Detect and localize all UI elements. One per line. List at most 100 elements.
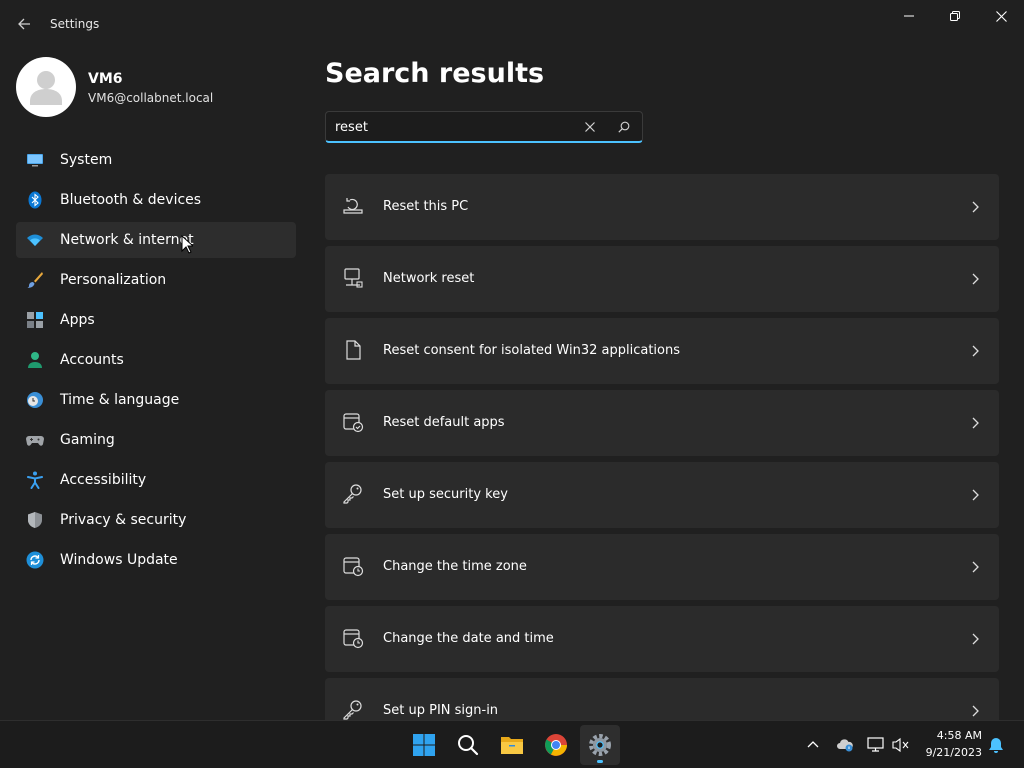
volume-tray-button[interactable] [891, 735, 911, 755]
sidebar-item-label: Bluetooth & devices [60, 192, 202, 208]
search-button[interactable] [616, 119, 632, 135]
user-email: VM6@collabnet.local [88, 91, 214, 105]
calendar-clock-icon [343, 629, 364, 649]
start-button[interactable] [404, 725, 444, 765]
sidebar-item-accessibility[interactable]: Accessibility [16, 462, 296, 498]
minimize-button[interactable] [886, 0, 932, 32]
onedrive-icon [837, 739, 853, 752]
default-apps-icon [343, 413, 364, 433]
globe-clock-icon [27, 392, 43, 408]
chevron-right-icon [972, 417, 979, 429]
search-input[interactable] [335, 118, 575, 136]
display-tray-button[interactable] [866, 735, 886, 755]
restore-button[interactable] [932, 0, 978, 32]
result-network-reset[interactable]: Network reset [325, 246, 999, 312]
result-reset-this-pc[interactable]: Reset this PC [325, 174, 999, 240]
sidebar-item-gaming[interactable]: Gaming [16, 422, 296, 458]
avatar[interactable] [16, 57, 76, 117]
sidebar-item-apps[interactable]: Apps [16, 302, 296, 338]
sidebar-item-accounts[interactable]: Accounts [16, 342, 296, 378]
sidebar-item-network[interactable]: Network & internet [16, 222, 296, 258]
monitor-icon [27, 154, 43, 167]
result-time-zone[interactable]: Change the time zone [325, 534, 999, 600]
chevron-right-icon [972, 633, 979, 645]
minimize-icon [904, 15, 914, 17]
sidebar-item-privacy-security[interactable]: Privacy & security [16, 502, 296, 538]
title-bar: Settings [0, 0, 1024, 48]
brush-icon [27, 272, 43, 288]
chrome-button[interactable] [536, 725, 576, 765]
sidebar-item-label: Network & internet [60, 232, 194, 248]
settings-taskbar-button[interactable] [580, 725, 620, 765]
back-button[interactable] [12, 12, 36, 36]
close-icon [585, 122, 595, 132]
result-label: Reset consent for isolated Win32 applica… [383, 343, 681, 358]
chevron-right-icon [972, 489, 979, 501]
page-title: Search results [325, 58, 545, 89]
bell-icon [989, 737, 1003, 753]
gamepad-icon [26, 436, 44, 446]
result-label: Reset default apps [383, 415, 505, 430]
update-icon [26, 551, 44, 569]
sidebar-item-label: System [60, 152, 113, 168]
shield-icon [28, 512, 42, 528]
result-date-time[interactable]: Change the date and time [325, 606, 999, 672]
app-title: Settings [50, 17, 100, 31]
result-pin-sign-in[interactable]: Set up PIN sign-in [325, 678, 999, 720]
search-results-list: Reset this PC Network reset Reset consen… [325, 174, 999, 720]
restore-icon [950, 11, 960, 21]
chevron-right-icon [972, 705, 979, 717]
sidebar-item-label: Gaming [60, 432, 115, 448]
start-icon [413, 734, 435, 756]
file-explorer-button[interactable] [492, 725, 532, 765]
show-hidden-icons-button[interactable] [803, 735, 823, 755]
search-icon [458, 735, 479, 756]
apps-icon [27, 312, 43, 328]
onedrive-tray-button[interactable] [835, 735, 855, 755]
key-icon [343, 700, 362, 720]
sidebar-item-personalization[interactable]: Personalization [16, 262, 296, 298]
recovery-icon [343, 198, 363, 214]
user-silhouette-icon [30, 71, 62, 105]
chevron-up-icon [807, 741, 819, 748]
chevron-right-icon [972, 273, 979, 285]
result-label: Change the date and time [383, 631, 554, 646]
sidebar-item-label: Accessibility [60, 472, 147, 488]
clear-search-button[interactable] [582, 119, 598, 135]
chevron-right-icon [972, 345, 979, 357]
result-label: Change the time zone [383, 559, 527, 574]
back-arrow-icon [18, 18, 30, 30]
result-label: Network reset [383, 271, 475, 286]
clock-time[interactable]: 4:58 AM [910, 729, 982, 742]
calendar-clock-icon [343, 557, 364, 577]
search-box [325, 111, 643, 143]
sidebar-item-label: Privacy & security [60, 512, 187, 528]
display-icon [867, 737, 884, 752]
search-icon [618, 121, 630, 133]
clock-date[interactable]: 9/21/2023 [910, 746, 982, 759]
volume-muted-icon [892, 737, 909, 753]
sidebar-item-system[interactable]: System [16, 142, 296, 178]
person-icon [28, 352, 42, 368]
network-computer-icon [344, 268, 363, 288]
key-icon [343, 484, 362, 504]
result-reset-default-apps[interactable]: Reset default apps [325, 390, 999, 456]
result-label: Reset this PC [383, 199, 469, 214]
document-icon [346, 340, 361, 360]
sidebar-item-windows-update[interactable]: Windows Update [16, 542, 296, 578]
sidebar-item-bluetooth[interactable]: Bluetooth & devices [16, 182, 296, 218]
taskbar: 4:58 AM 9/21/2023 [0, 720, 1024, 768]
result-security-key[interactable]: Set up security key [325, 462, 999, 528]
sidebar-item-label: Windows Update [60, 552, 178, 568]
result-label: Set up security key [383, 487, 508, 502]
bluetooth-icon [28, 191, 42, 209]
chevron-right-icon [972, 561, 979, 573]
result-reset-consent[interactable]: Reset consent for isolated Win32 applica… [325, 318, 999, 384]
close-button[interactable] [978, 0, 1024, 32]
settings-icon [589, 734, 611, 756]
chevron-right-icon [972, 201, 979, 213]
active-app-indicator [597, 760, 603, 763]
notifications-button[interactable] [986, 735, 1006, 755]
taskbar-search-button[interactable] [448, 725, 488, 765]
sidebar-item-time-language[interactable]: Time & language [16, 382, 296, 418]
